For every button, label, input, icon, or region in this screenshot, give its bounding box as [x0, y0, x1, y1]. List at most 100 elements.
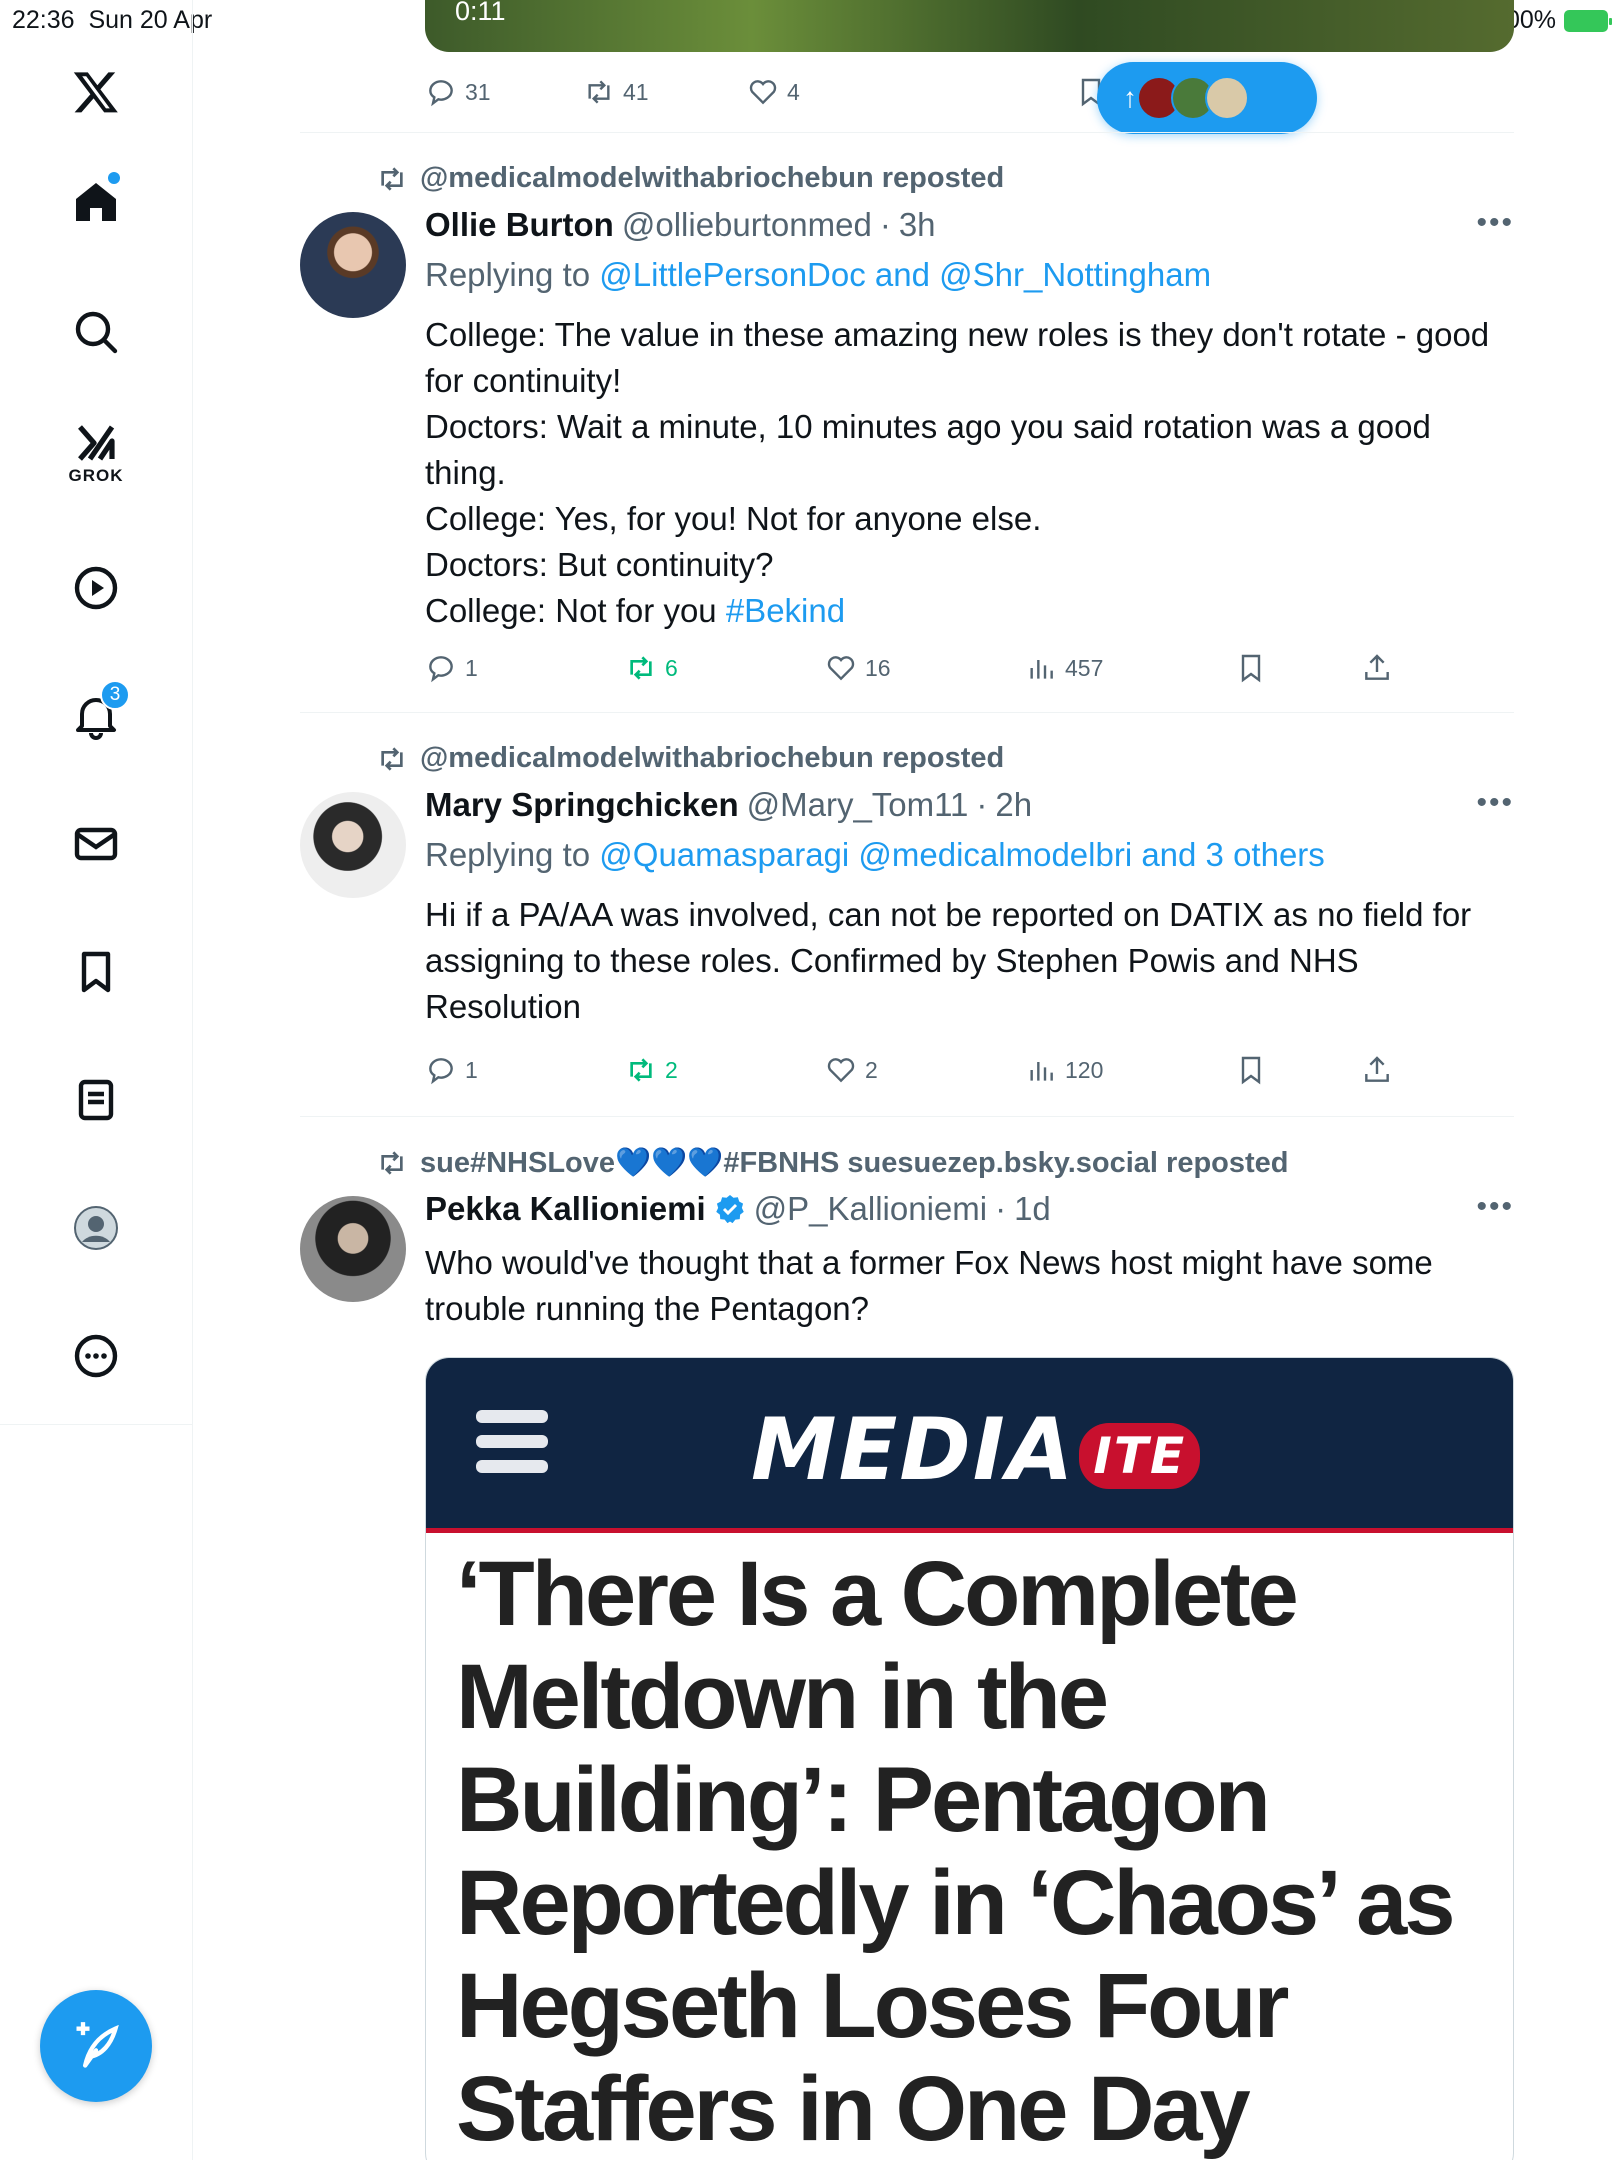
reply-icon	[429, 80, 453, 107]
handle[interactable]: @ollieburtonmed	[622, 206, 872, 244]
grok-icon	[78, 425, 115, 461]
timestamp[interactable]: 1d	[1014, 1190, 1051, 1228]
replying-prefix: Replying to	[425, 836, 591, 873]
reply-count: 31	[465, 78, 491, 105]
sidebar-item-explore[interactable]	[56, 292, 136, 372]
grok-label: GROK	[68, 466, 124, 485]
timestamp[interactable]: 2h	[995, 786, 1032, 824]
sidebar-divider	[0, 1424, 193, 1425]
handle[interactable]: @P_Kallioniemi	[754, 1190, 987, 1228]
repost-label: sue#NHSLove💙💙💙#FBNHS suesuezep.bsky.soci…	[420, 1147, 1289, 1179]
display-name[interactable]: Ollie Burton	[425, 206, 614, 244]
views-count: 120	[1065, 1056, 1104, 1083]
list-icon	[78, 1079, 114, 1121]
like-button[interactable]: 4	[747, 70, 800, 114]
tweet-line: College: Yes, for you! Not for anyone el…	[425, 500, 1042, 537]
search-icon	[75, 311, 118, 354]
display-name[interactable]: Pekka Kallioniemi	[425, 1190, 706, 1228]
timeline-feed: 0:11 31 41 4 ↑ @medicalmodelwithabrioche…	[300, 0, 1514, 2160]
timestamp[interactable]: 3h	[899, 206, 936, 244]
views-chart-icon	[1030, 660, 1053, 679]
reply-icon	[429, 1058, 453, 1085]
separator: ·	[879, 206, 891, 243]
like-button[interactable]: 16	[825, 646, 891, 690]
share-button[interactable]	[1361, 1048, 1393, 1092]
sidebar-item-profile[interactable]	[56, 1188, 136, 1268]
bookmark-icon	[1241, 654, 1261, 683]
share-icon	[1365, 654, 1389, 680]
sidebar-item-lists[interactable]	[56, 1060, 136, 1140]
views-button[interactable]: 120	[1025, 1048, 1103, 1092]
notification-badge: 3	[100, 680, 130, 710]
profile-avatar-icon	[74, 1206, 118, 1250]
repost-icon	[381, 166, 403, 191]
video-player[interactable]: 0:11	[425, 0, 1514, 52]
sidebar-item-notifications[interactable]: 3	[56, 676, 136, 756]
repost-context: sue#NHSLove💙💙💙#FBNHS suesuezep.bsky.soci…	[376, 1146, 1289, 1180]
replying-to: Replying to @LittlePersonDoc and @Shr_No…	[425, 256, 1211, 294]
tweet[interactable]: @medicalmodelwithabriochebun reposted Ma…	[300, 712, 1514, 1116]
replying-prefix: Replying to	[425, 256, 591, 293]
new-posts-pill[interactable]: ↑	[1097, 62, 1317, 134]
tweet-line: College: Not for you	[425, 592, 717, 629]
tweet-text: College: The value in these amazing new …	[425, 312, 1514, 634]
sidebar-item-messages[interactable]	[56, 804, 136, 884]
like-button[interactable]: 2	[825, 1048, 878, 1092]
avatar[interactable]	[300, 212, 406, 318]
article-headline: ‘There Is a Complete Meltdown in the Bui…	[456, 1543, 1456, 2160]
tweet-media-image[interactable]: MEDIA ITE ‘There Is a Complete Meltdown i…	[425, 1357, 1514, 2160]
more-options-icon[interactable]: •••	[1476, 206, 1514, 240]
heart-icon	[827, 1058, 855, 1083]
bookmark-button[interactable]	[1235, 646, 1267, 690]
tweet-line: College: The value in these amazing new …	[425, 316, 1490, 399]
display-name[interactable]: Mary Springchicken	[425, 786, 739, 824]
x-logo-icon[interactable]	[56, 52, 136, 132]
sidebar-item-home[interactable]	[56, 162, 136, 242]
hamburger-menu-icon	[476, 1410, 548, 1485]
verified-badge-icon	[715, 1195, 744, 1224]
reply-button[interactable]: 1	[425, 646, 478, 690]
avatar	[1205, 76, 1249, 120]
avatar[interactable]	[300, 1196, 406, 1302]
repost-icon	[588, 80, 610, 104]
separator: ·	[976, 786, 988, 823]
replying-to-link[interactable]: @Quamasparagi @medicalmodelbri and 3 oth…	[599, 836, 1325, 873]
tweet-actions: 1 2 2 120	[425, 1048, 1425, 1092]
logo-badge: ITE	[1079, 1422, 1201, 1489]
views-count: 457	[1065, 654, 1104, 681]
tweet[interactable]: @medicalmodelwithabriochebun reposted Ol…	[300, 132, 1514, 712]
repost-icon	[381, 746, 403, 771]
hashtag-link[interactable]: #Bekind	[726, 592, 845, 629]
tweet-header: Ollie Burton @ollieburtonmed · 3h	[425, 206, 936, 244]
avatar[interactable]	[300, 792, 406, 898]
compose-button[interactable]	[40, 1990, 152, 2102]
handle[interactable]: @Mary_Tom11	[747, 786, 969, 824]
tweet-line: Doctors: But continuity?	[425, 546, 774, 583]
repost-button[interactable]: 2	[625, 1048, 678, 1092]
sidebar-item-more[interactable]	[56, 1316, 136, 1396]
repost-count: 41	[623, 78, 649, 105]
tweet-text: Who would've thought that a former Fox N…	[425, 1244, 1433, 1327]
sidebar-item-videos[interactable]	[56, 548, 136, 628]
heart-icon	[749, 80, 777, 105]
reply-button[interactable]: 1	[425, 1048, 478, 1092]
tweet-actions: 1 6 16 457	[425, 646, 1425, 690]
reply-count: 1	[465, 1056, 478, 1083]
bookmark-button[interactable]	[1235, 1048, 1267, 1092]
home-icon	[76, 183, 116, 221]
sidebar-item-grok[interactable]: GROK	[56, 412, 136, 492]
more-options-icon[interactable]: •••	[1476, 786, 1514, 820]
repost-icon	[381, 1151, 403, 1175]
compose-feather-icon	[76, 2022, 119, 2068]
arrow-up-icon: ↑	[1123, 82, 1137, 113]
replying-to-link[interactable]: @LittlePersonDoc and @Shr_Nottingham	[599, 256, 1211, 293]
sidebar-item-bookmarks[interactable]	[56, 932, 136, 1012]
repost-button[interactable]: 6	[625, 646, 678, 690]
repost-context: @medicalmodelwithabriochebun reposted	[376, 742, 1004, 775]
repost-button[interactable]: 41	[583, 70, 649, 114]
share-button[interactable]	[1361, 646, 1393, 690]
more-options-icon[interactable]: •••	[1476, 1190, 1514, 1224]
views-button[interactable]: 457	[1025, 646, 1103, 690]
reply-button[interactable]: 31	[425, 70, 491, 114]
play-icon	[74, 566, 118, 610]
